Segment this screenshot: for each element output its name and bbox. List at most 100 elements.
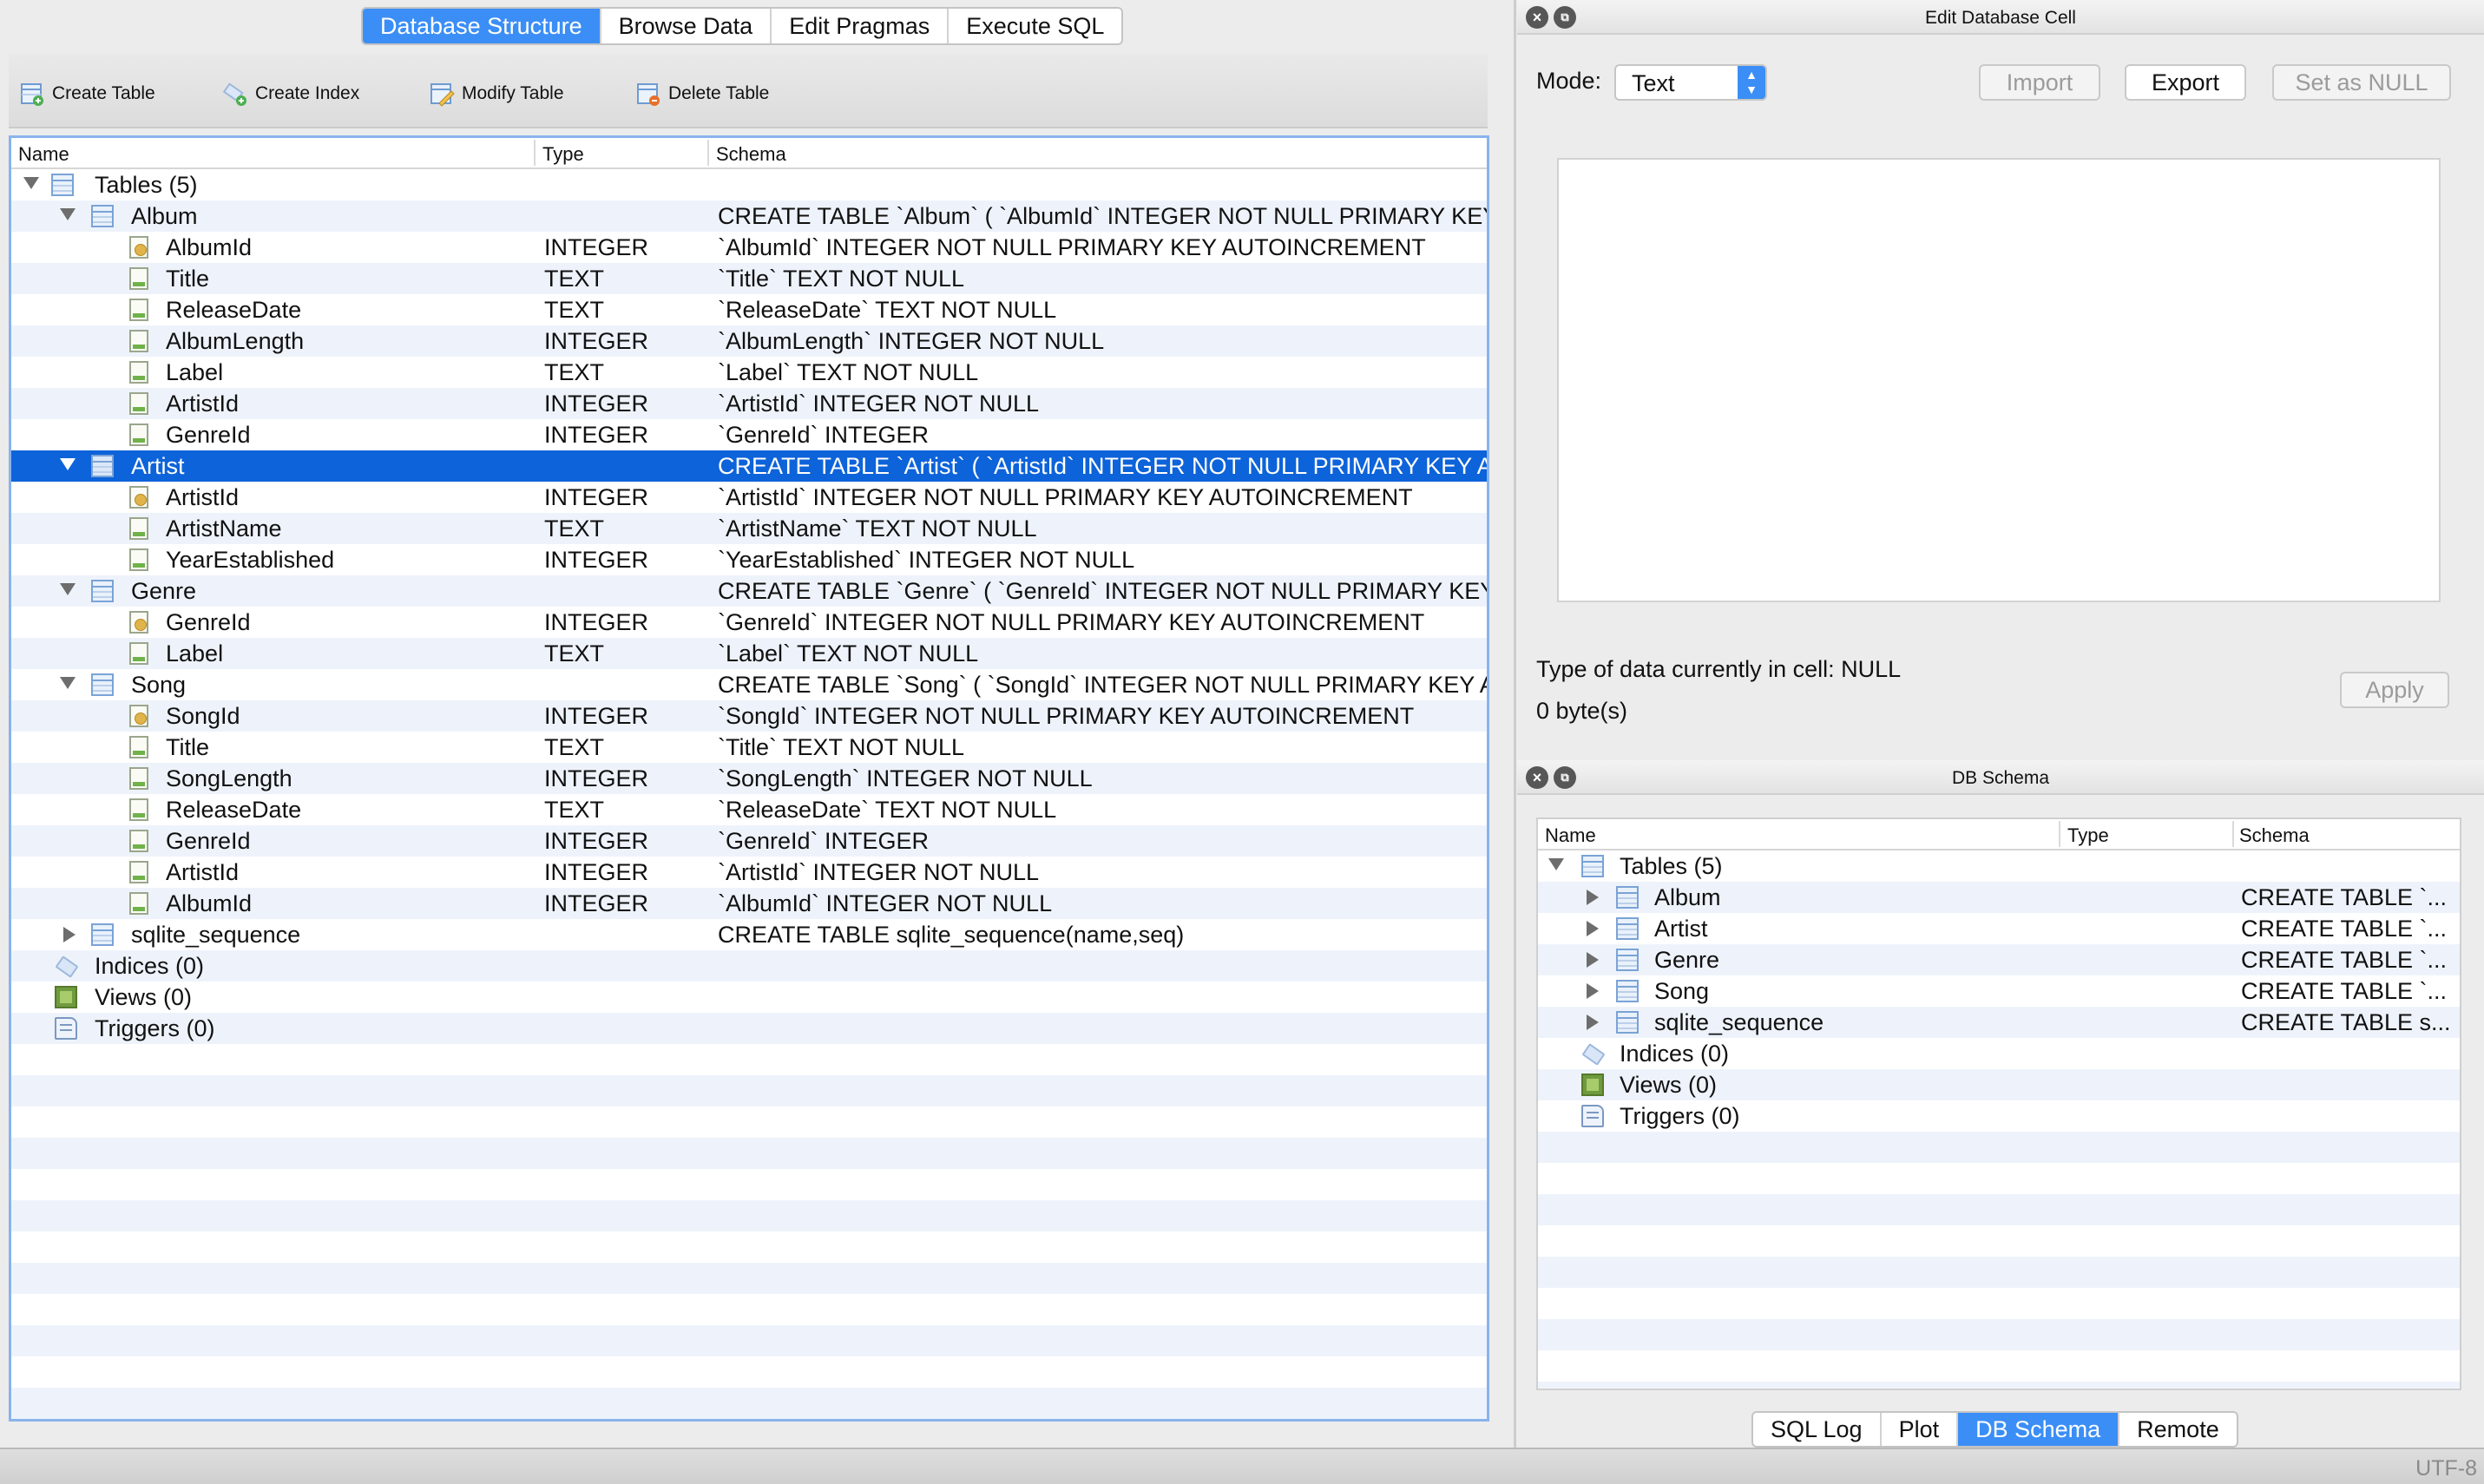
tree-row-field[interactable]: ArtistId INTEGER `ArtistId` INTEGER NOT …: [11, 482, 1487, 513]
tab-db-schema[interactable]: DB Schema: [1958, 1413, 2120, 1446]
tree-row-field[interactable]: ArtistId INTEGER `ArtistId` INTEGER NOT …: [11, 857, 1487, 888]
cell-value-editor[interactable]: [1557, 158, 2441, 602]
table-icon: [91, 455, 114, 477]
dock-tab-bar: SQL Log Plot DB Schema Remote: [1751, 1411, 2238, 1448]
schema-row-tables[interactable]: Tables (5): [1538, 850, 2460, 882]
pane-splitter[interactable]: [1514, 0, 1516, 1448]
field-icon: [129, 861, 148, 883]
table-icon: [1616, 949, 1639, 971]
edit-cell-title-bar: × ⧉ Edit Database Cell: [1517, 0, 2484, 35]
tree-row-triggers[interactable]: Triggers (0): [11, 1013, 1487, 1044]
field-icon: [129, 548, 148, 571]
tree-row-table[interactable]: Album CREATE TABLE `Album` ( `AlbumId` I…: [11, 200, 1487, 232]
tab-database-structure[interactable]: Database Structure: [363, 9, 601, 43]
column-header-type[interactable]: Type: [2067, 824, 2109, 847]
table-icon: [91, 673, 114, 696]
tree-row-field[interactable]: ReleaseDate TEXT `ReleaseDate` TEXT NOT …: [11, 294, 1487, 325]
delete-table-button[interactable]: Delete Table: [635, 78, 769, 109]
import-button[interactable]: Import: [1979, 64, 2100, 101]
field-icon: [129, 330, 148, 352]
collapse-arrow-icon[interactable]: [63, 927, 76, 942]
tables-icon: [1581, 855, 1604, 877]
expand-arrow-icon[interactable]: [1548, 858, 1564, 870]
tree-row-field[interactable]: ReleaseDate TEXT `ReleaseDate` TEXT NOT …: [11, 794, 1487, 825]
schema-row-table[interactable]: Genre CREATE TABLE `...: [1538, 944, 2460, 975]
tree-row-field[interactable]: GenreId INTEGER `GenreId` INTEGER NOT NU…: [11, 607, 1487, 638]
tree-row-field[interactable]: Title TEXT `Title` TEXT NOT NULL: [11, 732, 1487, 763]
table-icon: [91, 580, 114, 602]
field-icon: [129, 392, 148, 415]
primary-key-icon: [129, 611, 148, 634]
expand-arrow-icon[interactable]: [23, 177, 39, 189]
tree-row-table[interactable]: Song CREATE TABLE `Song` ( `SongId` INTE…: [11, 669, 1487, 700]
tree-row-field[interactable]: AlbumId INTEGER `AlbumId` INTEGER NOT NU…: [11, 232, 1487, 263]
tree-row-field[interactable]: AlbumLength INTEGER `AlbumLength` INTEGE…: [11, 325, 1487, 357]
mode-select[interactable]: Text ▲ ▼: [1614, 64, 1767, 101]
tree-row-field[interactable]: AlbumId INTEGER `AlbumId` INTEGER NOT NU…: [11, 888, 1487, 919]
set-as-null-button[interactable]: Set as NULL: [2272, 64, 2451, 101]
schema-row-indices[interactable]: Indices (0): [1538, 1038, 2460, 1069]
schema-row-table[interactable]: Album CREATE TABLE `...: [1538, 882, 2460, 913]
schema-row-triggers[interactable]: Triggers (0): [1538, 1100, 2460, 1132]
apply-button[interactable]: Apply: [2340, 672, 2449, 708]
schema-row-table[interactable]: sqlite_sequence CREATE TABLE s...: [1538, 1007, 2460, 1038]
tab-sql-log[interactable]: SQL Log: [1753, 1413, 1882, 1446]
expand-arrow-icon[interactable]: [60, 458, 76, 470]
schema-row-table[interactable]: Song CREATE TABLE `...: [1538, 975, 2460, 1007]
tree-row-table[interactable]: sqlite_sequence CREATE TABLE sqlite_sequ…: [11, 919, 1487, 950]
tab-execute-sql[interactable]: Execute SQL: [949, 9, 1121, 43]
tree-row-field[interactable]: ArtistId INTEGER `ArtistId` INTEGER NOT …: [11, 388, 1487, 419]
create-table-button[interactable]: Create Table: [19, 78, 155, 109]
collapse-arrow-icon[interactable]: [1587, 890, 1599, 905]
create-table-label: Create Table: [52, 83, 155, 103]
schema-tree-header: Name Type Schema: [1538, 819, 2460, 850]
tree-row-field[interactable]: Title TEXT `Title` TEXT NOT NULL: [11, 263, 1487, 294]
tree-row-field[interactable]: Label TEXT `Label` TEXT NOT NULL: [11, 357, 1487, 388]
tab-browse-data[interactable]: Browse Data: [601, 9, 772, 43]
edit-cell-title: Edit Database Cell: [1925, 8, 2076, 28]
schema-row-table[interactable]: Artist CREATE TABLE `...: [1538, 913, 2460, 944]
tree-row-field[interactable]: SongLength INTEGER `SongLength` INTEGER …: [11, 763, 1487, 794]
expand-arrow-icon[interactable]: [60, 208, 76, 220]
tree-row-field[interactable]: ArtistName TEXT `ArtistName` TEXT NOT NU…: [11, 513, 1487, 544]
collapse-arrow-icon[interactable]: [1587, 1015, 1599, 1030]
status-bar: UTF-8: [0, 1448, 2484, 1484]
schema-row-views[interactable]: Views (0): [1538, 1069, 2460, 1100]
column-header-name[interactable]: Name: [1545, 824, 1596, 847]
column-header-schema[interactable]: Schema: [716, 143, 786, 166]
tree-row-table-selected[interactable]: Artist CREATE TABLE `Artist` ( `ArtistId…: [11, 450, 1487, 482]
column-header-schema[interactable]: Schema: [2239, 824, 2310, 847]
tree-row-tables[interactable]: Tables (5): [11, 169, 1487, 200]
field-icon: [129, 424, 148, 446]
tree-row-field[interactable]: Label TEXT `Label` TEXT NOT NULL: [11, 638, 1487, 669]
mode-label: Mode:: [1536, 68, 1602, 94]
tab-remote[interactable]: Remote: [2119, 1413, 2237, 1446]
tree-row-indices[interactable]: Indices (0): [11, 950, 1487, 982]
tree-row-field[interactable]: YearEstablished INTEGER `YearEstablished…: [11, 544, 1487, 575]
db-schema-tree[interactable]: Name Type Schema Tables (5) Album CREATE…: [1536, 818, 2461, 1390]
tree-row-field[interactable]: GenreId INTEGER `GenreId` INTEGER: [11, 825, 1487, 857]
tree-row-field[interactable]: GenreId INTEGER `GenreId` INTEGER: [11, 419, 1487, 450]
field-icon: [129, 299, 148, 321]
field-icon: [129, 892, 148, 915]
collapse-arrow-icon[interactable]: [1587, 952, 1599, 968]
tree-row-views[interactable]: Views (0): [11, 982, 1487, 1013]
tree-row-table[interactable]: Genre CREATE TABLE `Genre` ( `GenreId` I…: [11, 575, 1487, 607]
export-button[interactable]: Export: [2125, 64, 2246, 101]
modify-table-button[interactable]: Modify Table: [429, 78, 564, 109]
primary-key-icon: [129, 486, 148, 509]
collapse-arrow-icon[interactable]: [1587, 983, 1599, 999]
column-header-type[interactable]: Type: [542, 143, 584, 166]
tab-plot[interactable]: Plot: [1882, 1413, 1959, 1446]
expand-arrow-icon[interactable]: [60, 677, 76, 689]
create-index-button[interactable]: Create Index: [222, 78, 359, 109]
column-header-name[interactable]: Name: [18, 143, 69, 166]
field-icon: [129, 642, 148, 665]
expand-arrow-icon[interactable]: [60, 583, 76, 595]
primary-key-icon: [129, 705, 148, 727]
tree-row-field[interactable]: SongId INTEGER `SongId` INTEGER NOT NULL…: [11, 700, 1487, 732]
collapse-arrow-icon[interactable]: [1587, 921, 1599, 936]
index-icon: [1581, 1042, 1604, 1065]
tab-edit-pragmas[interactable]: Edit Pragmas: [772, 9, 950, 43]
structure-tree[interactable]: Name Type Schema Tables (5) Album CREATE…: [9, 135, 1489, 1422]
